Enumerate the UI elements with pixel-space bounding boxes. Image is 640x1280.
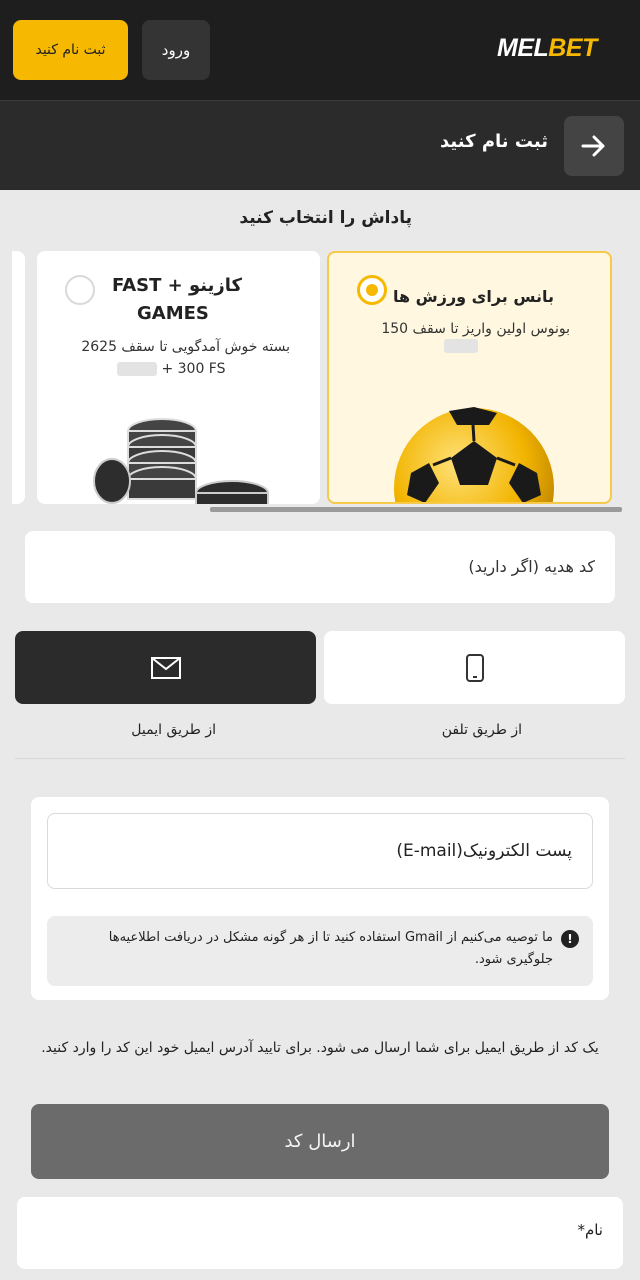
divider <box>15 758 625 759</box>
bonus-title-casino-line1: کازینو + FAST <box>111 275 242 296</box>
bonus-title-casino-line2: GAMES <box>137 303 209 324</box>
bonus-card-sports[interactable]: بانس برای ورزش ها بونوس اولین واریز تا س… <box>327 251 612 504</box>
top-bar: MELBET ورود ثبت نام کنید <box>0 0 640 100</box>
tab-email[interactable] <box>15 631 316 704</box>
back-button[interactable] <box>564 116 624 176</box>
promo-code-field[interactable]: کد هدیه (اگر دارید) <box>25 531 615 603</box>
bonus-card-casino[interactable]: کازینو + FAST GAMES بسته خوش آمدگویی تا … <box>37 251 320 504</box>
bonus-desc-casino-line2: + 300 FS <box>117 361 226 377</box>
exclamation-icon: ! <box>561 930 579 948</box>
blurred-amount <box>444 335 478 354</box>
tab-email-label: از طریق ایمیل <box>131 722 216 738</box>
name-placeholder: نام* <box>577 1221 603 1239</box>
soccer-ball-image <box>394 407 554 502</box>
logo-text-bet: BET <box>548 34 597 62</box>
page-title: ثبت نام کنید <box>440 131 548 152</box>
email-form-card: پست الکترونیک(E-mail) ! ما توصیه می‌کنیم… <box>31 797 609 1000</box>
registration-header: ثبت نام کنید <box>0 100 640 190</box>
tab-phone-label: از طریق تلفن <box>441 722 522 738</box>
email-field[interactable]: پست الکترونیک(E-mail) <box>47 813 593 889</box>
arrow-right-icon <box>581 135 605 157</box>
name-field[interactable]: نام* <box>17 1197 623 1269</box>
casino-chips-image <box>93 418 269 504</box>
bonus-title-sports: بانس برای ورزش ها <box>392 287 554 306</box>
bonus-card-partial[interactable] <box>12 251 25 504</box>
phone-icon <box>465 653 484 682</box>
promo-code-placeholder: کد هدیه (اگر دارید) <box>468 557 595 576</box>
bonus-desc-casino-line1: بسته خوش آمدگویی تا سقف 2625 <box>81 339 290 355</box>
melbet-logo[interactable]: MELBET <box>497 34 597 63</box>
bonus-scrollbar[interactable] <box>210 507 622 512</box>
logo-text-mel: MEL <box>497 34 549 62</box>
email-placeholder: پست الکترونیک(E-mail) <box>396 841 572 861</box>
gmail-notice-text: ما توصیه می‌کنیم از Gmail استفاده کنید ت… <box>108 930 553 967</box>
bonus-radio-casino[interactable] <box>65 275 95 305</box>
envelope-icon <box>150 656 181 679</box>
login-button[interactable]: ورود <box>142 20 210 80</box>
register-button[interactable]: ثبت نام کنید <box>13 20 128 80</box>
bonus-radio-sports[interactable] <box>357 275 387 305</box>
bonus-heading: پاداش را انتخاب کنید <box>239 208 412 228</box>
gmail-notice: ! ما توصیه می‌کنیم از Gmail استفاده کنید… <box>47 916 593 986</box>
send-code-button[interactable]: ارسال کد <box>31 1104 609 1179</box>
tab-phone[interactable] <box>324 631 625 704</box>
verification-info: یک کد از طریق ایمیل برای شما ارسال می شو… <box>41 1040 599 1056</box>
bonus-desc-casino-fs: + 300 FS <box>161 361 226 377</box>
